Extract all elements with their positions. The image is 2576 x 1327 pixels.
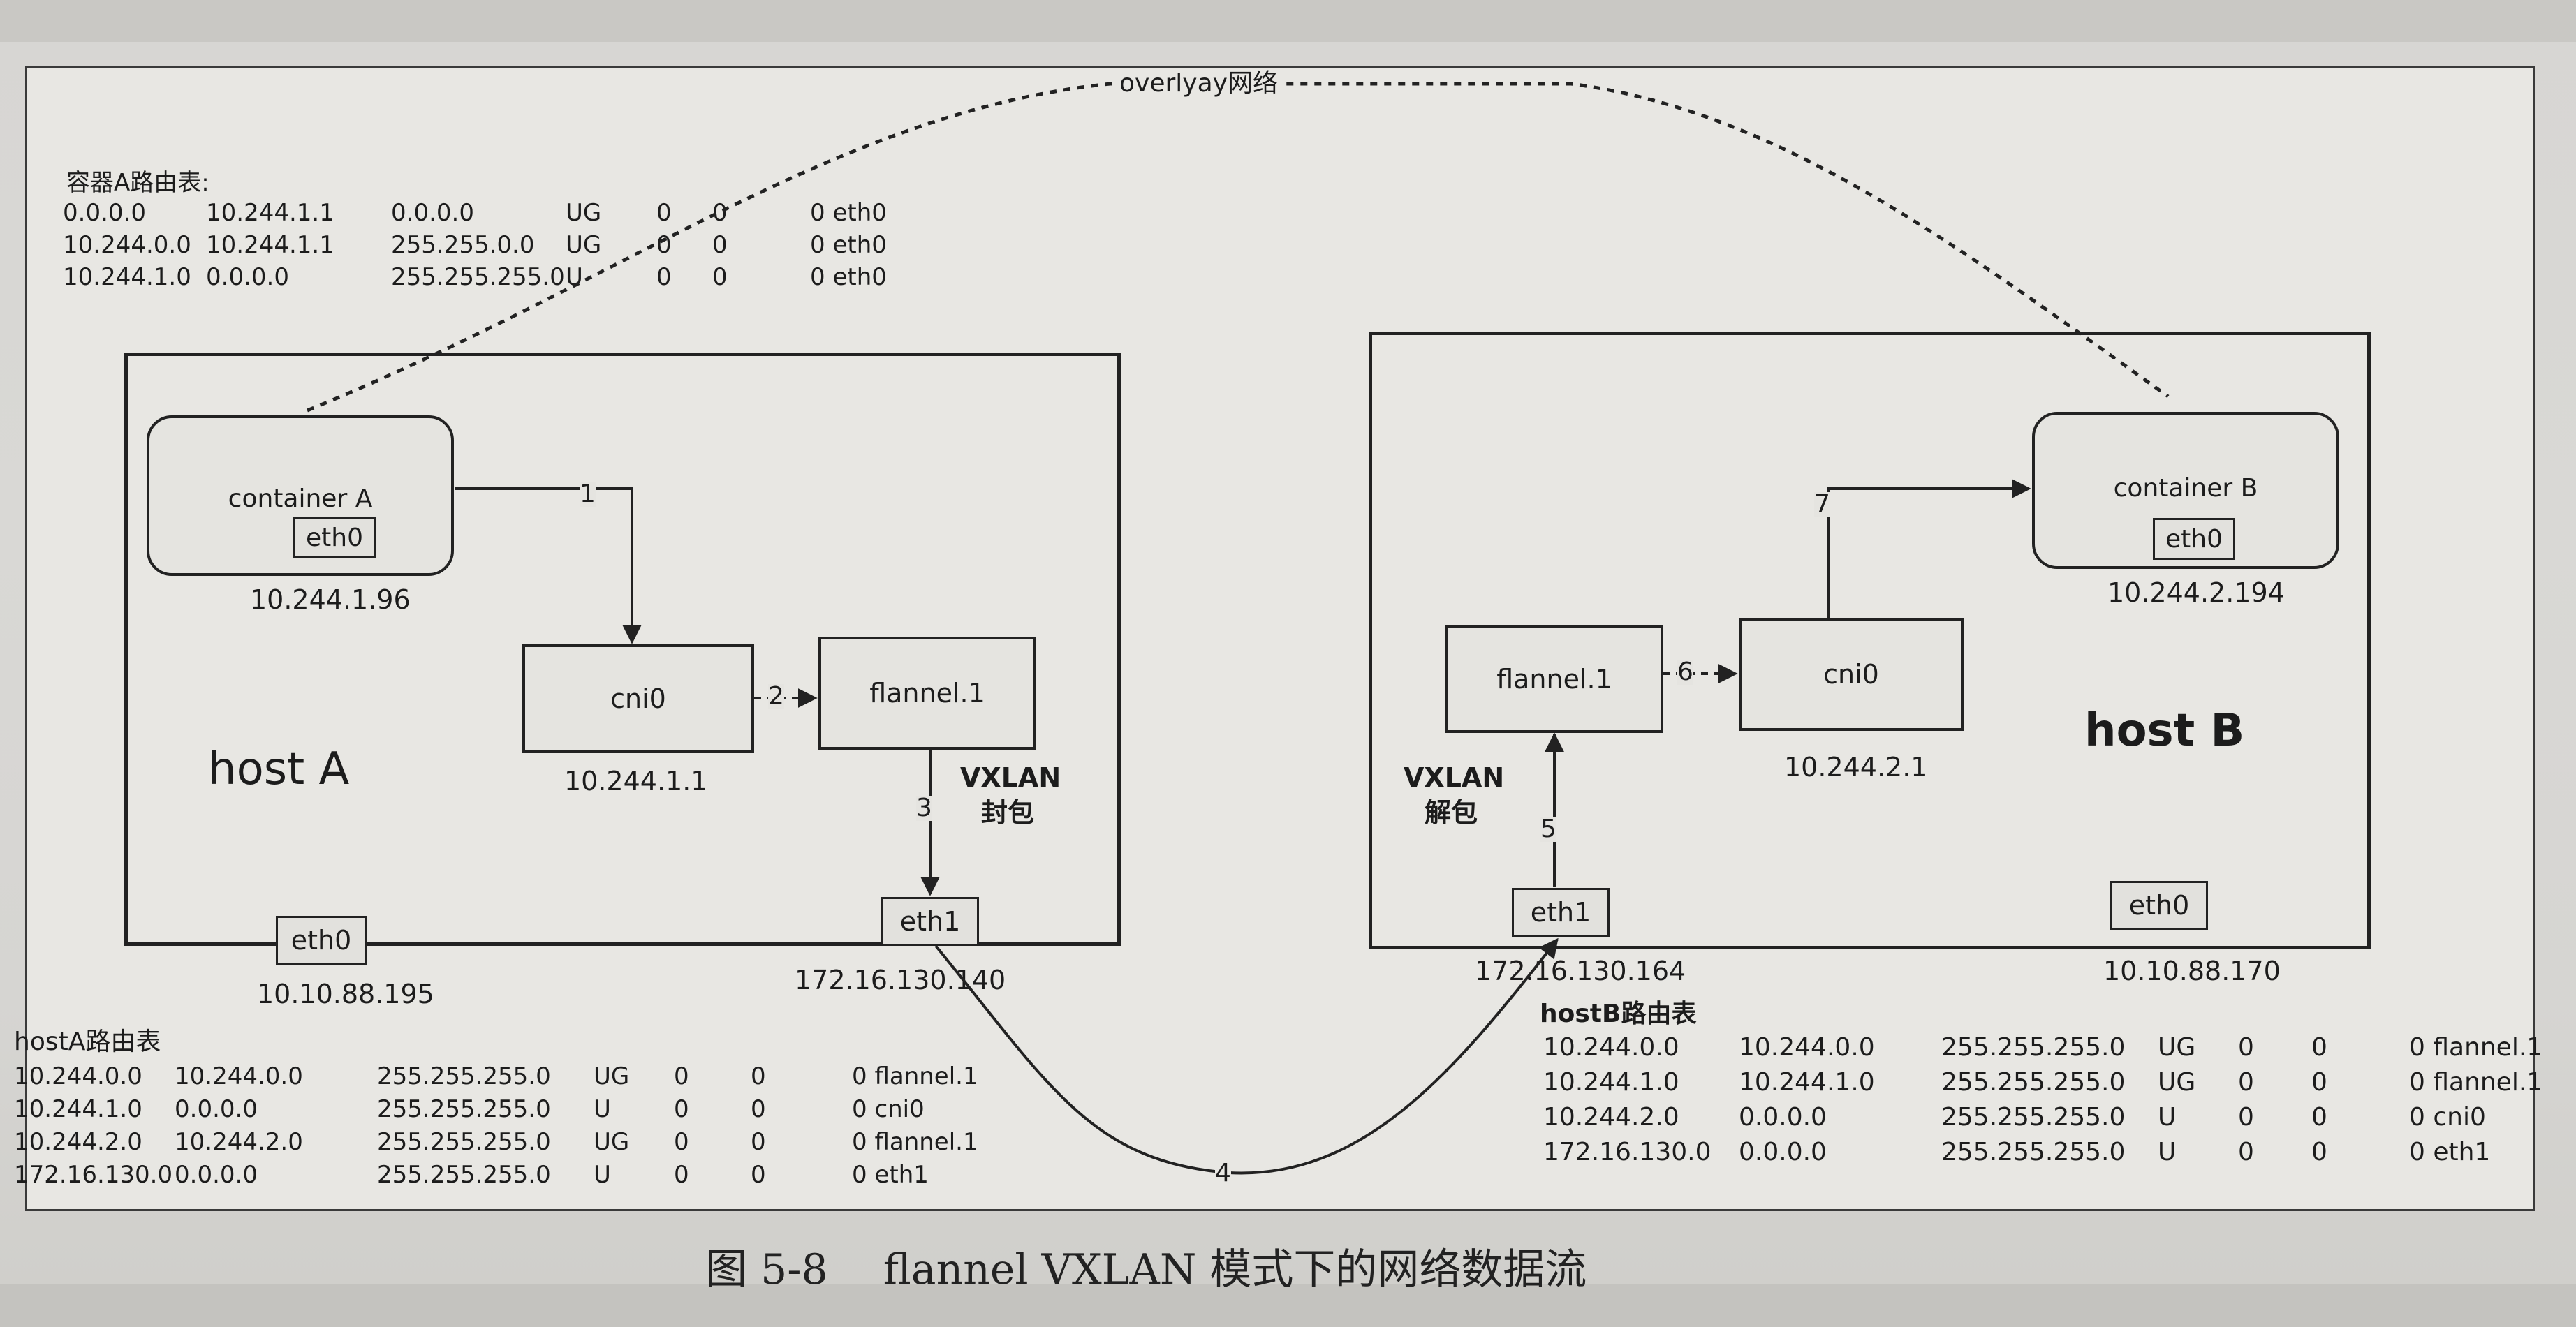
step-7-arrow <box>1827 479 2031 618</box>
step-1-arrow <box>455 487 642 644</box>
step-3-label: 3 <box>916 794 932 822</box>
overlay-network-link <box>307 82 2170 413</box>
figure-number: 图 5-8 <box>705 1245 828 1294</box>
step-4-label: 4 <box>1215 1159 1231 1187</box>
connector-layer <box>307 82 2170 1175</box>
overlay-network-label: overlyay网络 <box>1114 70 1283 98</box>
figure-title: flannel VXLAN 模式下的网络数据流 <box>883 1245 1587 1294</box>
step-6-label: 6 <box>1677 658 1693 686</box>
book-page: 容器A路由表: 0.0.0.0 10.244.1.1 0.0.0.0 UG 0 0 0 et… <box>0 0 2576 1327</box>
figure-caption: 图 5-8 flannel VXLAN 模式下的网络数据流 <box>705 1236 1587 1296</box>
step-5-label: 5 <box>1540 815 1556 843</box>
step-4-arrow <box>934 937 1559 1175</box>
step-1-label: 1 <box>580 480 596 508</box>
step-7-label: 7 <box>1814 490 1830 519</box>
step-2-label: 2 <box>768 682 784 711</box>
